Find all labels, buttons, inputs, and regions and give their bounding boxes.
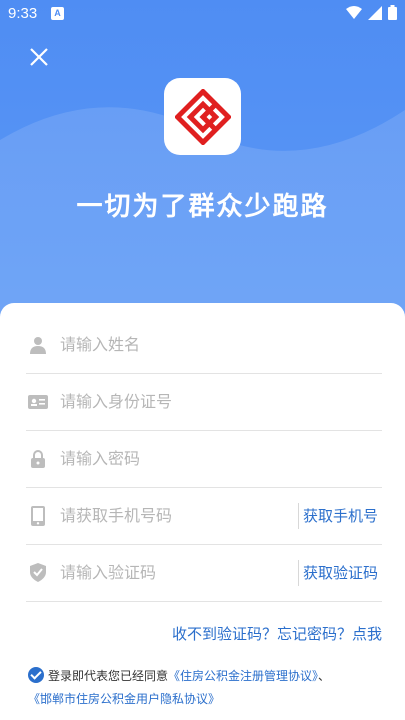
agree-checkbox[interactable] <box>28 667 44 683</box>
agreement-prefix: 登录即代表您已经同意 <box>48 669 169 683</box>
slogan: 一切为了群众少跑路 <box>76 192 329 222</box>
background-pattern <box>0 107 405 320</box>
get-code-button[interactable]: 获取验证码 <box>297 560 378 586</box>
status-icons <box>346 5 397 20</box>
verification-code-input[interactable] <box>58 562 282 583</box>
id-card-icon <box>28 392 48 412</box>
name-field <box>26 316 382 374</box>
click-me-link[interactable]: 点我 <box>352 625 382 643</box>
status-time: 9:33 <box>8 5 38 22</box>
id-number-field <box>26 373 382 431</box>
registration-agreement-link[interactable]: 《住房公积金注册管理协议》 <box>168 669 318 683</box>
wifi-icon <box>346 6 362 19</box>
phone-input[interactable] <box>58 505 282 526</box>
privacy-agreement-link[interactable]: 《邯郸市住房公积金用户隐私协议》 <box>28 692 220 706</box>
password-field <box>26 430 382 488</box>
agreement: 登录即代表您已经同意《住房公积金注册管理协议》、《邯郸市住房公积金用户隐私协议》 <box>28 665 388 711</box>
shield-check-icon <box>28 563 48 583</box>
name-input[interactable] <box>58 334 282 355</box>
id-number-input[interactable] <box>58 391 282 412</box>
status-bar: 9:33 A <box>0 0 405 28</box>
signal-icon <box>368 5 382 20</box>
get-phone-button[interactable]: 获取手机号 <box>297 503 378 529</box>
phone-icon <box>28 505 48 526</box>
agreement-separator: 、 <box>318 669 331 683</box>
battery-icon <box>388 5 397 20</box>
person-icon <box>28 335 48 355</box>
notification-badge: A <box>51 7 64 20</box>
password-input[interactable] <box>58 448 282 469</box>
no-code-link[interactable]: 收不到验证码？ <box>172 625 277 643</box>
forgot-password-link[interactable]: 忘记密码？ <box>277 625 352 643</box>
phone-field: 获取手机号 <box>26 487 382 545</box>
code-field: 获取验证码 <box>26 544 382 602</box>
app-logo <box>164 78 241 155</box>
close-icon[interactable] <box>26 44 52 70</box>
help-links: 收不到验证码？忘记密码？点我 <box>172 623 382 644</box>
housing-fund-logo-icon <box>174 88 231 145</box>
lock-icon <box>28 449 48 469</box>
